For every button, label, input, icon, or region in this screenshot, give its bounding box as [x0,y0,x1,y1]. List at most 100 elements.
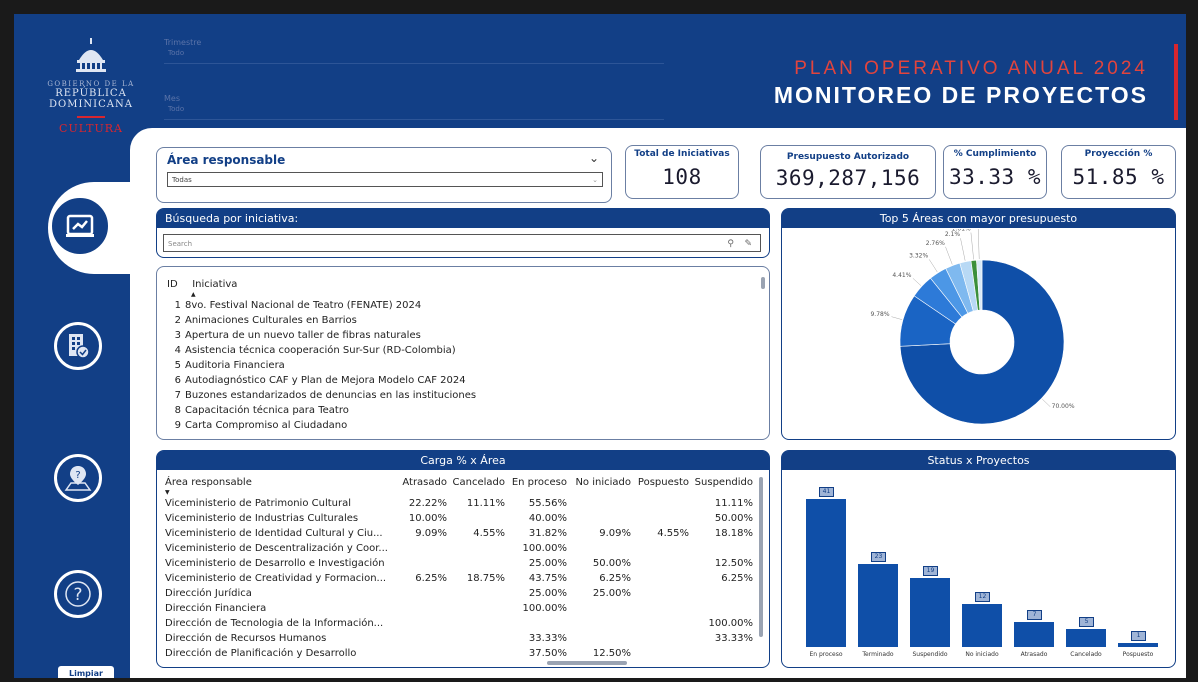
carga-row[interactable]: Viceministerio de Identidad Cultural y C… [165,526,753,541]
help-icon: ? [65,581,91,607]
carga-col-header[interactable]: Suspendido [689,475,753,490]
carga-col-header[interactable]: Cancelado [447,475,505,490]
carga-value-cell [631,571,689,586]
initiative-row[interactable]: 5 Auditoria Financiera [167,358,476,373]
carga-value-cell: 6.25% [721,573,753,584]
status-bar-category: Cancelado [1070,651,1102,658]
donut-label: 70.00% [1052,403,1075,410]
initiative-id: 2 [174,315,181,326]
initiative-row[interactable]: 8 Capacitación técnica para Teatro [167,403,476,418]
carga-area-cell: Viceministerio de Industrias Culturales [165,513,359,524]
initiative-id: 7 [174,390,181,401]
nav-building-button[interactable] [54,322,102,370]
initiative-row[interactable]: 1 8vo. Festival Nacional de Teatro (FENAT… [167,298,476,313]
title-line2: MONITOREO DE PROYECTOS [773,82,1148,108]
kpi-total-label: Total de Iniciativas [634,149,730,159]
carga-value-cell [689,541,753,556]
carga-value-cell [397,631,447,646]
carga-area-cell: Dirección de Planificación y Desarrollo [165,648,357,659]
carga-value-cell [567,496,631,511]
status-bar[interactable] [1066,628,1106,647]
initiatives-header: ID Iniciativa [167,277,476,292]
initiative-row[interactable]: 9 Carta Compromiso al Ciudadano [167,418,476,433]
carga-col-header[interactable]: No iniciado [567,475,631,490]
kpi-budget: Presupuesto Autorizado 369,287,156 [760,145,936,199]
carga-col-header[interactable]: Pospuesto [631,475,689,490]
carga-value-cell: 22.22% [408,498,447,509]
carga-value-cell: 4.55% [657,528,689,539]
status-bar-category: Terminado [862,651,894,658]
status-bar-value: 19 [923,566,938,577]
col-name-header[interactable]: Iniciativa [192,279,237,290]
clear-filters-button[interactable]: Limpiar [58,666,114,678]
area-select[interactable]: Todas ⌄ [167,172,603,187]
initiative-row[interactable]: 4 Asistencia técnica cooperación Sur-Sur … [167,343,476,358]
carga-col-header[interactable]: Atrasado [397,475,447,490]
status-bar[interactable] [858,563,898,647]
status-bar-value: 7 [1027,609,1042,620]
donut-label: 3.32% [909,253,928,260]
status-bar[interactable] [806,499,846,647]
status-bar[interactable] [962,603,1002,647]
trimestre-value[interactable]: Todo [164,47,664,64]
carga-row[interactable]: Dirección Jurídica 25.00% 25.00% [165,586,753,601]
carga-value-cell: 100.00% [522,543,568,554]
search-placeholder: Search [168,240,193,248]
status-bar-value: 23 [871,551,886,562]
carga-col-header[interactable]: En proceso [505,475,567,490]
initiative-id: 1 [174,300,181,311]
page-title: PLAN OPERATIVO ANUAL 2024 MONITOREO DE P… [774,58,1148,109]
status-bar-category: No iniciado [965,651,999,658]
carga-value-cell: 12.50% [714,558,753,569]
carga-row[interactable]: Dirección de Tecnologia de la Informació… [165,616,753,631]
status-bar[interactable] [910,578,950,647]
initiative-row[interactable]: 2 Animaciones Culturales en Barrios [167,313,476,328]
trimestre-slicer[interactable]: Trimestre Todo [164,38,664,64]
nav-map-button[interactable]: ? [54,454,102,502]
carga-row[interactable]: Viceministerio de Creatividad y Formacio… [165,571,753,586]
carga-value-cell: 6.25% [599,573,631,584]
kpi-projection-label: Proyección % [1084,149,1153,159]
carga-row[interactable]: Dirección de Recursos Humanos 33.33% 33.33… [165,631,753,646]
carga-value-cell [397,601,447,616]
carga-hscrollbar[interactable] [547,661,627,665]
logo-divider [77,116,105,118]
carga-value-cell [631,586,689,601]
area-slicer[interactable]: Área responsable ⌄ Todas ⌄ [156,147,612,203]
initiatives-scrollbar[interactable] [761,277,765,289]
carga-row[interactable]: Dirección de Planificación y Desarrollo 3… [165,646,753,661]
donut-label: 9.78% [870,311,889,318]
donut-leader-line [1042,398,1051,407]
carga-row[interactable]: Dirección Financiera 100.00% [165,601,753,616]
initiative-row[interactable]: 6 Autodiagnóstico CAF y Plan de Mejora Mo… [167,373,476,388]
nav-help-button[interactable]: ? [54,570,102,618]
nav-dashboard-button[interactable] [52,198,108,254]
carga-col-header[interactable]: Área responsable [165,475,397,490]
kpi-compliance-value: 33.33 % [948,165,1041,189]
kpi-compliance-label: % Cumplimiento [953,149,1037,159]
status-bar[interactable] [1118,643,1158,647]
col-id-header[interactable]: ID [167,277,189,292]
initiative-row[interactable]: 3 Apertura de un nuevo taller de fibras n… [167,328,476,343]
search-input[interactable]: Search ⚲ ✎ [163,234,761,252]
carga-area-cell: Dirección Financiera [165,603,267,614]
carga-area-cell: Dirección de Recursos Humanos [165,633,327,644]
carga-row[interactable]: Viceministerio de Industrias Culturales 1… [165,511,753,526]
mes-value[interactable]: Todo [164,103,664,120]
trimestre-label: Trimestre [164,38,202,47]
donut-leader-line [945,246,953,265]
search-icon[interactable]: ⚲ [727,235,734,253]
carga-value-cell [447,541,505,556]
carga-row[interactable]: Viceministerio de Patrimonio Cultural 22.… [165,496,753,511]
org-line4: CULTURA [59,122,123,135]
chevron-down-icon[interactable]: ⌄ [589,151,599,165]
svg-text:?: ? [75,470,80,481]
status-bar[interactable] [1014,621,1054,647]
carga-row[interactable]: Viceministerio de Descentralización y Co… [165,541,753,556]
carga-value-cell [567,631,631,646]
initiative-row[interactable]: 7 Buzones estandarizados de denuncias en … [167,388,477,403]
carga-row[interactable]: Viceministerio de Desarrollo e Investiga… [165,556,753,571]
eraser-icon[interactable]: ✎ [744,235,752,253]
mes-slicer[interactable]: Mes Todo [164,94,664,120]
carga-scrollbar[interactable] [759,477,763,637]
